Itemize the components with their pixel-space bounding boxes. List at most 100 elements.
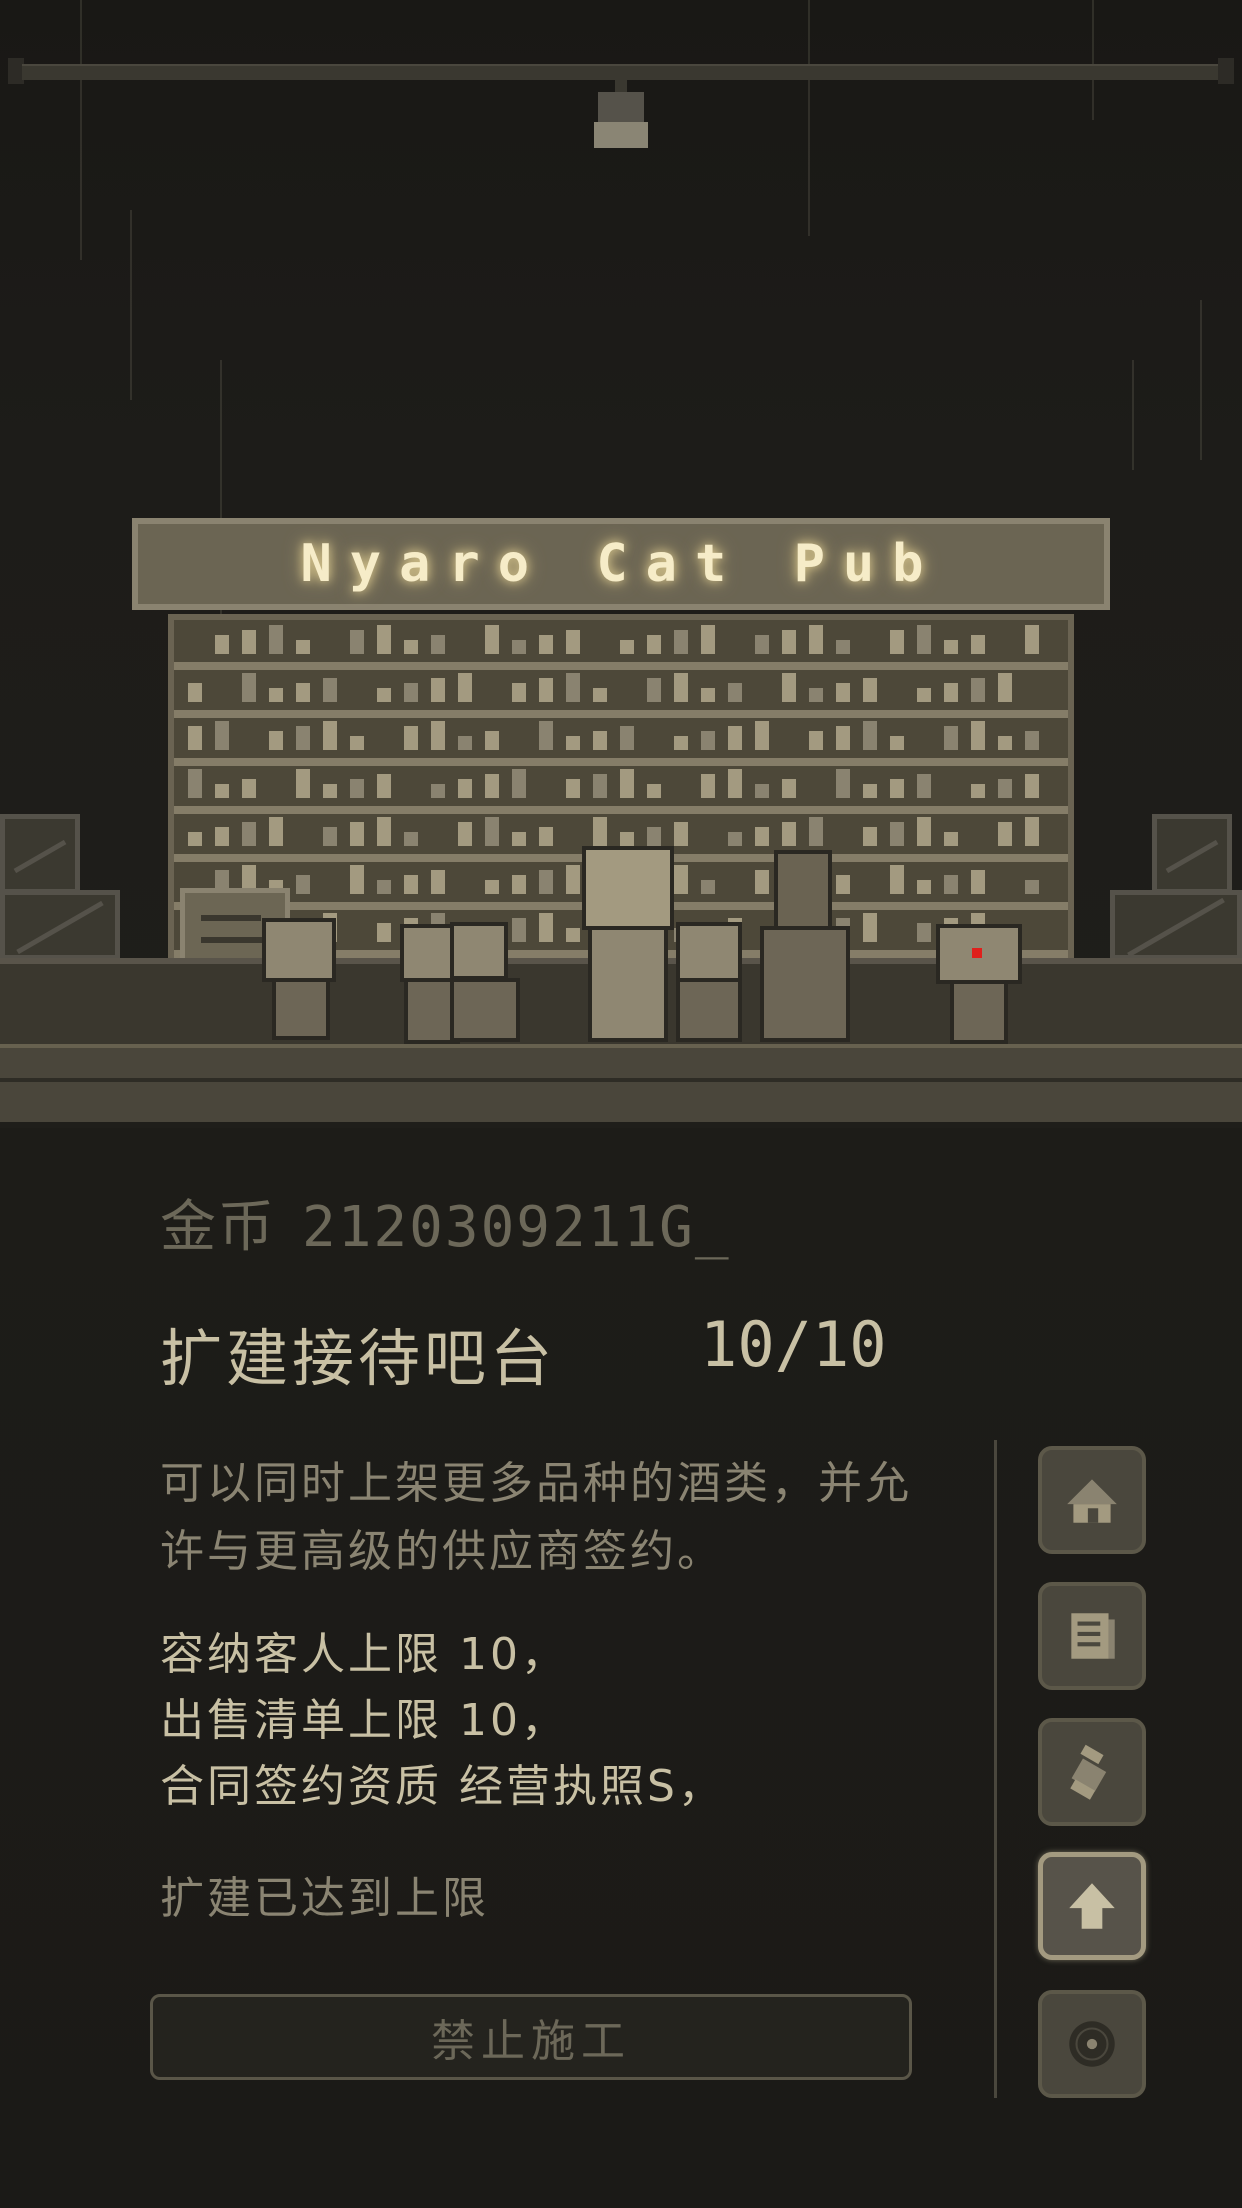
bottle xyxy=(755,870,769,894)
bottle xyxy=(377,774,391,798)
bottle xyxy=(350,779,364,798)
bottle xyxy=(836,726,850,750)
character-body xyxy=(760,926,850,1042)
shelf-board xyxy=(174,758,1068,766)
bottle xyxy=(323,678,337,702)
record-disc-button[interactable] xyxy=(1038,1990,1146,2098)
bottle xyxy=(215,721,229,750)
bottle xyxy=(620,640,634,654)
bottle xyxy=(998,779,1012,798)
bottle xyxy=(458,736,472,750)
bottle xyxy=(242,822,256,846)
stat-guest-limit: 容纳客人上限 10， xyxy=(160,1629,568,1680)
crate xyxy=(1110,890,1242,960)
bottle xyxy=(431,721,445,750)
bottle xyxy=(755,827,769,846)
house-icon xyxy=(1067,1479,1117,1523)
bottle xyxy=(728,832,742,846)
rain-streak xyxy=(1132,360,1134,470)
bottle xyxy=(296,640,310,654)
bottle xyxy=(971,721,985,750)
bottle xyxy=(188,769,202,798)
bottle xyxy=(350,865,364,894)
upgrade-title: 扩建接待吧台 xyxy=(160,1322,557,1395)
bottle xyxy=(944,726,958,750)
bottle xyxy=(647,827,661,846)
rain-streak xyxy=(80,0,82,260)
bottle xyxy=(620,769,634,798)
bottle xyxy=(971,784,985,798)
bottle xyxy=(404,640,418,654)
bottle xyxy=(566,630,580,654)
upgrade-button[interactable] xyxy=(1038,1852,1146,1960)
character-head xyxy=(676,922,742,982)
bottle xyxy=(809,731,823,750)
bottle xyxy=(1025,774,1039,798)
scroll-icon xyxy=(1070,1744,1107,1800)
pub-sign[interactable]: Nyaro Cat Pub xyxy=(132,518,1110,610)
bottle xyxy=(539,827,553,846)
pub-scene: Nyaro Cat Pub xyxy=(0,0,1242,1130)
bottle xyxy=(485,731,499,750)
bottle xyxy=(323,827,337,846)
ceiling-lamp xyxy=(598,92,644,122)
bottle xyxy=(701,880,715,894)
panel-divider xyxy=(994,1440,997,2098)
bottle xyxy=(512,918,526,942)
bottle xyxy=(593,817,607,846)
bottle xyxy=(566,779,580,798)
bottle xyxy=(458,822,472,846)
construction-disabled-button[interactable]: 禁止施工 xyxy=(150,1994,912,2080)
bottle xyxy=(188,683,202,702)
bottle xyxy=(917,923,931,942)
lamp-glow xyxy=(594,122,648,148)
bottle xyxy=(917,688,931,702)
menu-list-button[interactable] xyxy=(1038,1582,1146,1690)
cat-head xyxy=(582,846,674,930)
shelf-board xyxy=(174,662,1068,670)
bottle xyxy=(674,630,688,654)
scroll-button[interactable] xyxy=(1038,1718,1146,1826)
bottle xyxy=(404,683,418,702)
bottle xyxy=(1025,880,1039,894)
bottle xyxy=(701,731,715,750)
house-button[interactable] xyxy=(1038,1446,1146,1554)
bottle xyxy=(1025,731,1039,750)
bottle xyxy=(998,822,1012,846)
bottle xyxy=(863,913,877,942)
bottle xyxy=(674,736,688,750)
character-body xyxy=(950,980,1008,1044)
bottle xyxy=(890,822,904,846)
bottle xyxy=(944,640,958,654)
bottle xyxy=(242,630,256,654)
bottle xyxy=(890,736,904,750)
bottle xyxy=(512,875,526,894)
construction-button-label: 禁止施工 xyxy=(431,2016,631,2067)
bottle xyxy=(350,736,364,750)
bottle xyxy=(701,625,715,654)
bottle xyxy=(296,769,310,798)
gold-display: 金币 2120309211G_ xyxy=(160,1182,731,1263)
red-eye xyxy=(972,948,982,958)
counter-seam xyxy=(0,1078,1242,1082)
bottle xyxy=(539,678,553,702)
menu-list-icon xyxy=(1071,1613,1115,1659)
bottle xyxy=(431,635,445,654)
bottle xyxy=(917,880,931,894)
bottle xyxy=(674,673,688,702)
bottle xyxy=(431,678,445,702)
bottle xyxy=(404,832,418,846)
bottle xyxy=(647,678,661,702)
bottle xyxy=(377,625,391,654)
bottle xyxy=(350,630,364,654)
bottle xyxy=(755,784,769,798)
max-level-notice: 扩建已达到上限 xyxy=(160,1873,489,1924)
bottle xyxy=(296,683,310,702)
bottle xyxy=(674,865,688,894)
bottle xyxy=(620,832,634,846)
bottle xyxy=(863,827,877,846)
bottle xyxy=(836,683,850,702)
bottle xyxy=(863,721,877,750)
bottle xyxy=(863,678,877,702)
character-body xyxy=(450,978,520,1042)
